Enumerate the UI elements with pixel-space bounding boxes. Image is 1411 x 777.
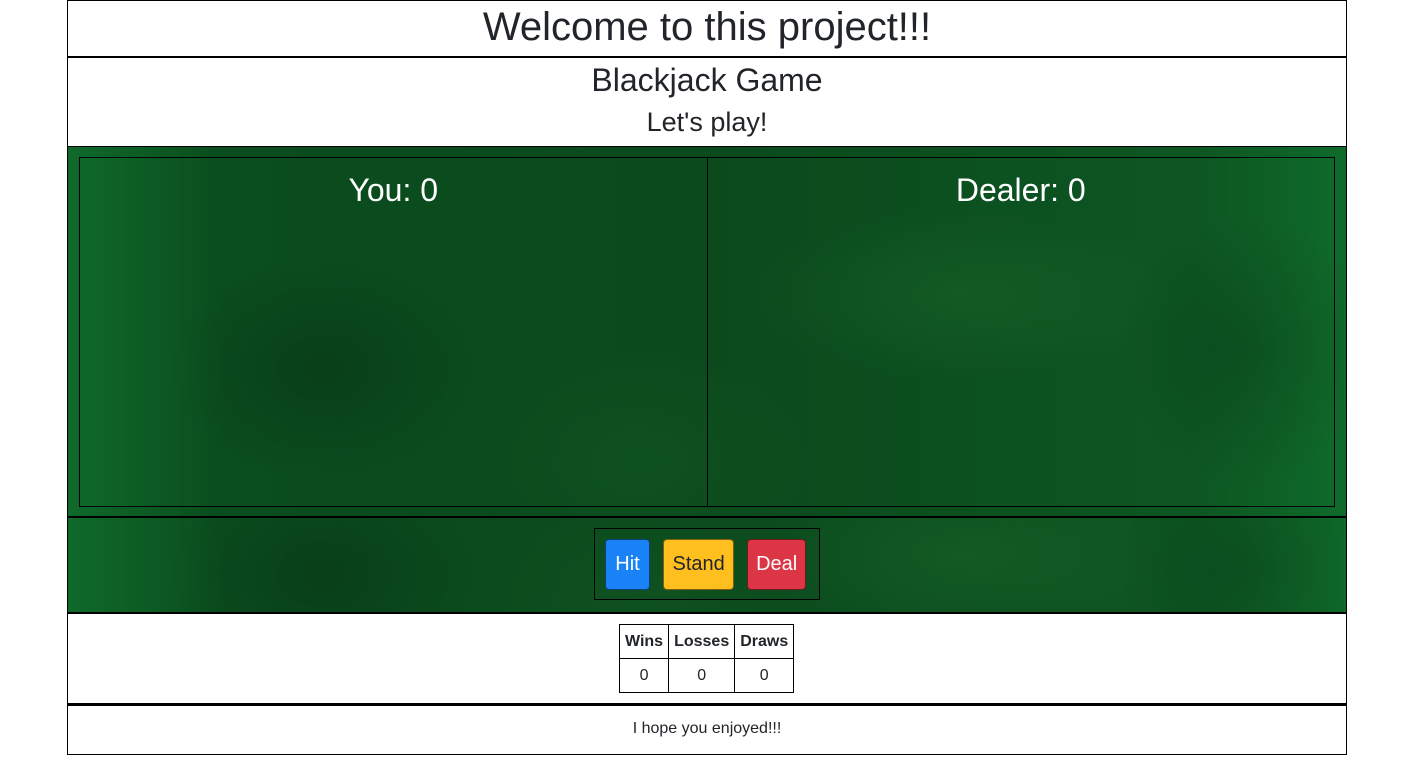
draws-value: 0 [734,658,795,693]
wins-value: 0 [618,658,670,693]
page-container: Welcome to this project!!! Blackjack Gam… [67,0,1347,755]
scoreboard: Wins Losses Draws 0 0 0 [68,614,1346,706]
deal-button[interactable]: Deal [747,538,806,590]
game-title: Blackjack Game [591,62,823,98]
controls-area: Hit Stand Deal [68,518,1346,614]
board: You: 0 Dealer: 0 [79,157,1335,507]
stand-button[interactable]: Stand [662,538,735,590]
page-footer: I hope you enjoyed!!! [68,706,1346,752]
page-title: Welcome to this project!!! [482,5,932,49]
player-box: You: 0 [80,158,708,506]
game-table: You: 0 Dealer: 0 [68,147,1346,518]
score-value-row: 0 0 0 [618,658,795,693]
losses-value: 0 [668,658,736,693]
score-header-row: Wins Losses Draws [618,624,795,659]
page-header: Welcome to this project!!! [68,1,1346,58]
score-table: Wins Losses Draws 0 0 0 [618,624,795,693]
footer-text: I hope you enjoyed!!! [632,720,782,737]
hit-button[interactable]: Hit [605,538,650,590]
wins-header: Wins [618,624,670,659]
player-score: You: 0 [348,172,439,208]
game-intro: Blackjack Game Let's play! [68,58,1346,147]
button-group: Hit Stand Deal [594,528,820,600]
dealer-box: Dealer: 0 [708,158,1335,506]
draws-header: Draws [734,624,795,659]
game-subtitle: Let's play! [646,107,768,137]
losses-header: Losses [668,624,736,659]
dealer-score: Dealer: 0 [955,172,1086,208]
